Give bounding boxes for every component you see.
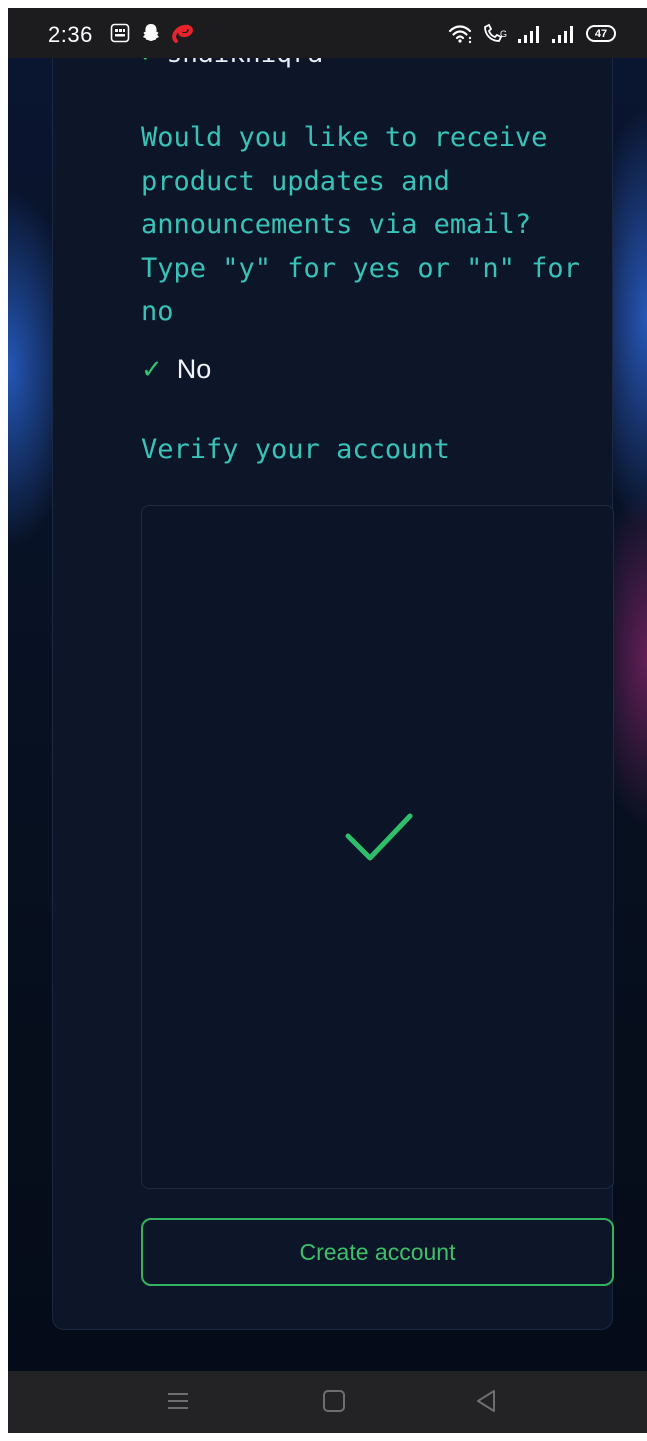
back-icon[interactable] [474,1389,498,1413]
email-updates-answer: ✓ No [141,349,211,389]
wifi-icon [448,25,472,44]
volte-call-icon: G [484,23,507,42]
status-time: 2:36 [48,22,93,47]
status-bar: 2:36 G 47 [8,8,647,58]
verified-check-icon [345,813,413,861]
snapchat-icon [143,24,159,41]
signup-card: ✓shaikhiqra Would you like to receive pr… [52,8,614,1330]
notification-app-icon [110,23,130,43]
answer-value: No [176,353,212,384]
signal-strength-icon [552,26,573,43]
verification-widget[interactable] [141,505,614,1189]
email-updates-question: Would you like to receive product update… [141,122,580,327]
system-nav-bar [8,1371,647,1433]
checkmark-icon: ✓ [141,353,163,384]
home-icon[interactable] [322,1389,346,1413]
signal-strength-icon [518,26,539,43]
airtel-app-icon [172,24,193,43]
menu-icon[interactable] [166,1389,190,1413]
create-account-button[interactable]: Create account [141,1218,614,1286]
verify-heading: Verify your account [141,434,450,465]
phone-screen: ✓shaikhiqra Would you like to receive pr… [8,8,647,1433]
battery-icon: 47 [586,25,616,42]
svg-text:G: G [500,29,507,39]
battery-level: 47 [594,27,608,40]
